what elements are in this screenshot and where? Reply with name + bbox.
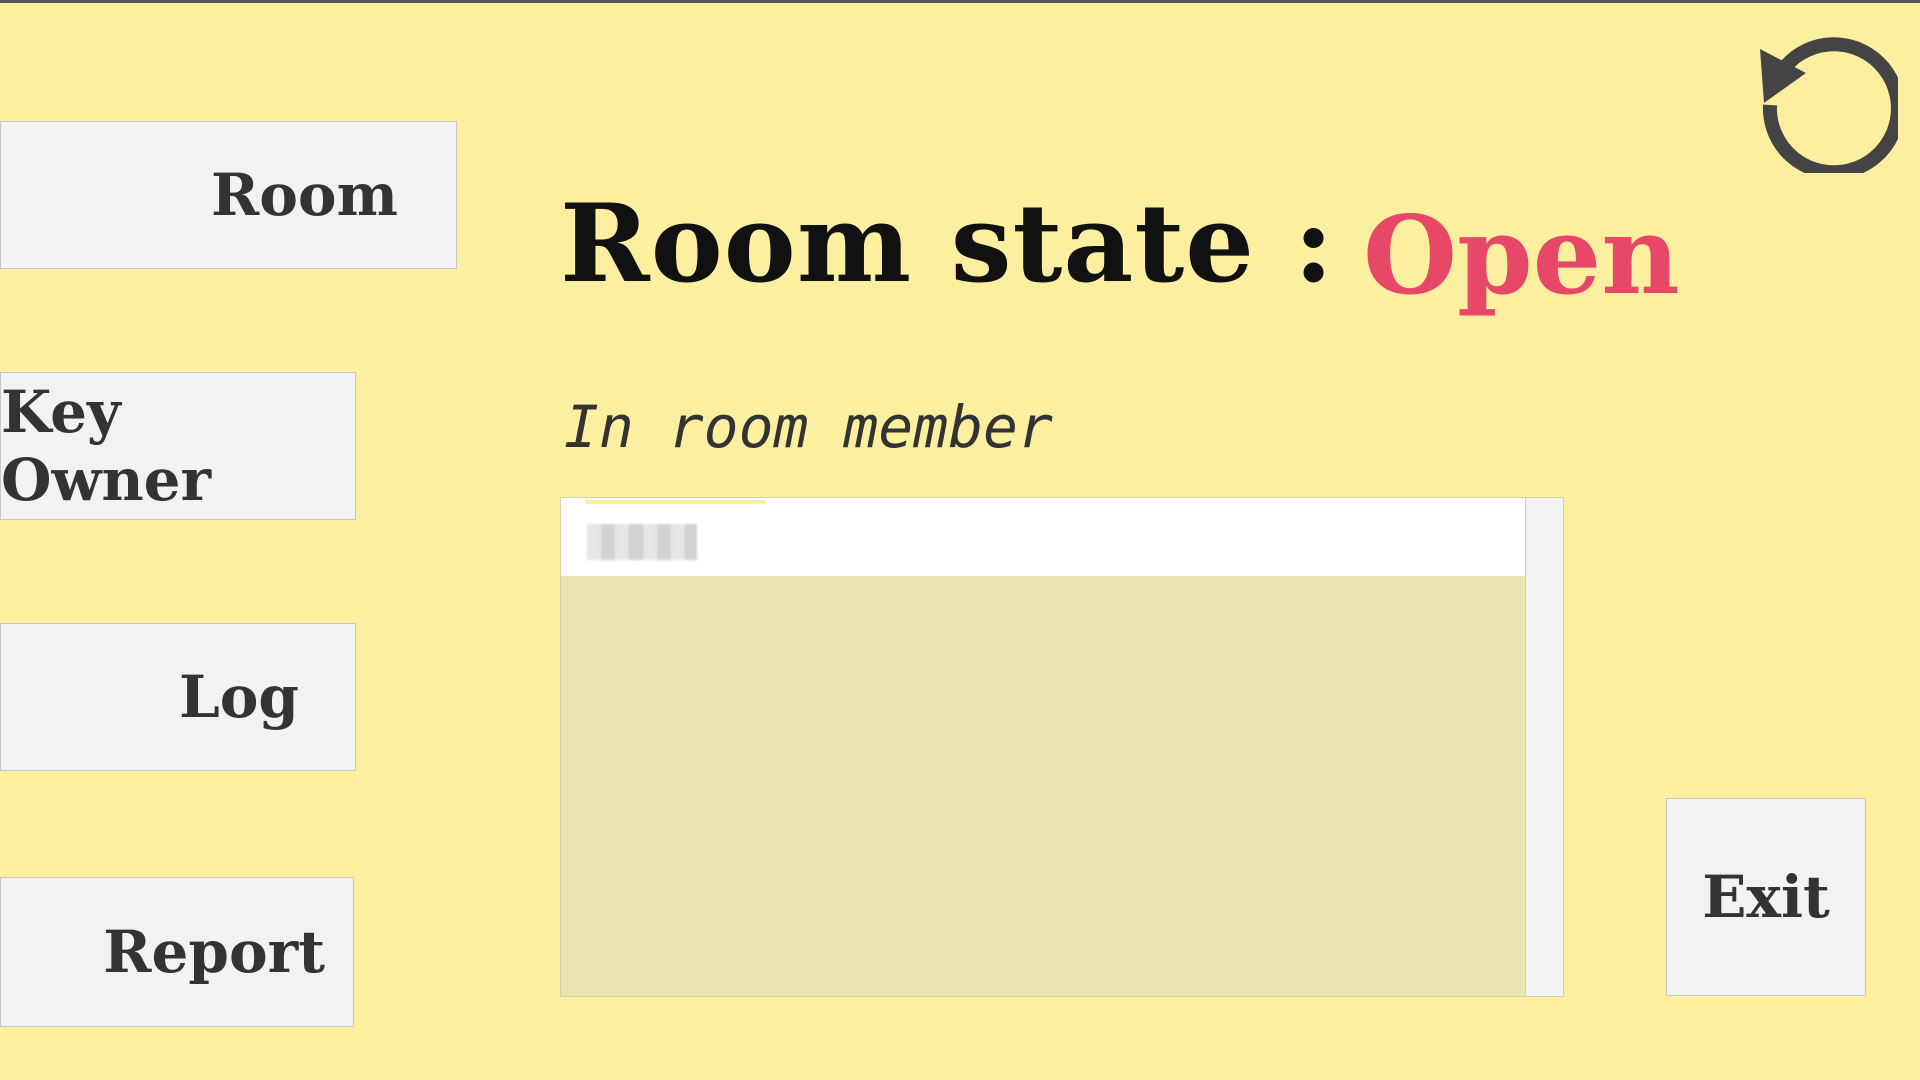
in-room-member-heading: In room member (564, 393, 1053, 461)
list-scrollbar[interactable] (1525, 498, 1563, 996)
key-owner-button-label: Key Owner (1, 378, 212, 514)
room-button[interactable]: Room (0, 121, 457, 269)
log-button[interactable]: Log (0, 623, 356, 771)
exit-button-label: Exit (1702, 863, 1830, 931)
row-highlight (585, 500, 765, 504)
report-button-label: Report (103, 918, 325, 986)
log-button-label: Log (178, 663, 299, 731)
report-button[interactable]: Report (0, 877, 354, 1027)
refresh-button[interactable] (1738, 23, 1905, 180)
room-state-value: Open (1363, 193, 1680, 319)
member-list[interactable] (560, 497, 1564, 997)
room-state-label: Room state : (560, 181, 1335, 307)
room-button-label: Room (211, 161, 398, 229)
key-owner-button[interactable]: Key Owner (0, 372, 356, 520)
member-name-redacted (587, 524, 697, 560)
exit-button[interactable]: Exit (1666, 798, 1866, 996)
refresh-icon (1760, 37, 1905, 180)
list-item[interactable] (561, 498, 1527, 576)
room-status-screen: Room Key Owner Log Report Room state : O… (0, 0, 1920, 1080)
